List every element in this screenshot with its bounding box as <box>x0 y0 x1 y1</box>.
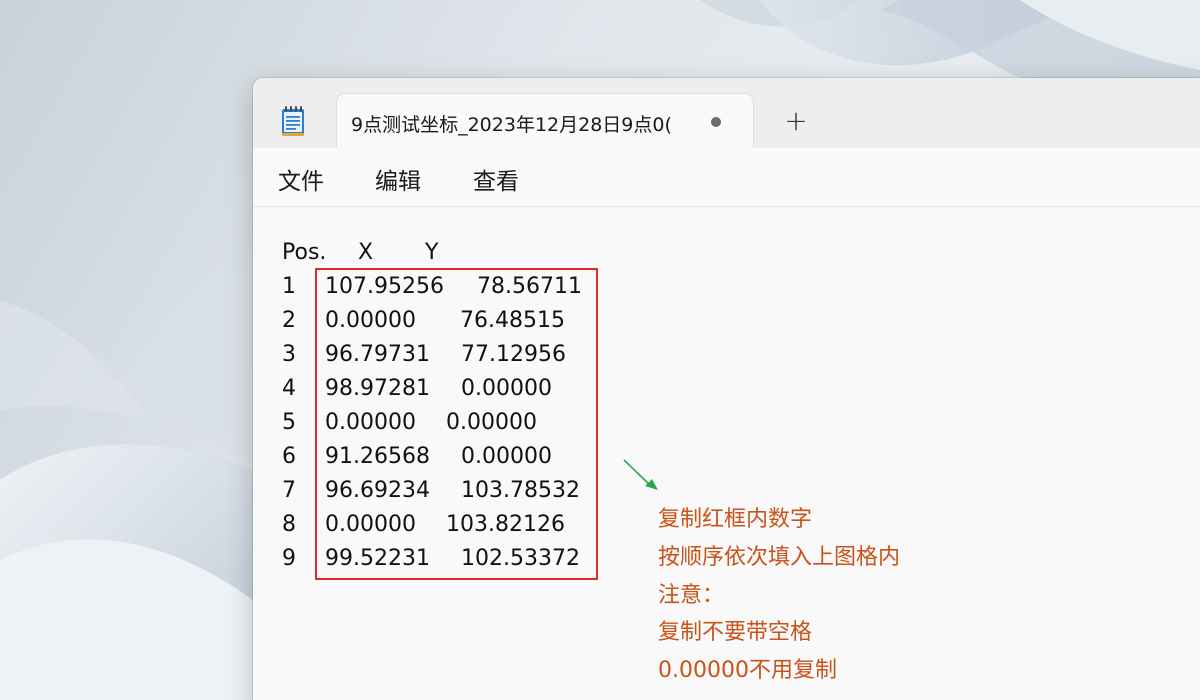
unsaved-dot-icon <box>711 117 721 127</box>
menu-file[interactable]: 文件 <box>278 162 324 196</box>
notepad-window: 9点测试坐标_2023年12月28日9点0( + 文件 编辑 查看 Pos. X… <box>253 78 1200 700</box>
note-line: 复制不要带空格 <box>658 620 813 645</box>
title-bar: 9点测试坐标_2023年12月28日9点0( + <box>253 78 1200 148</box>
text-editor[interactable]: Pos. X Y 1 107.95256 78.56711 2 0.00000 … <box>253 207 1200 700</box>
note-line: 注意： <box>658 583 725 608</box>
menu-bar: 文件 编辑 查看 <box>253 148 1200 207</box>
menu-view[interactable]: 查看 <box>473 162 519 196</box>
note-line: 0.00000不用复制 <box>658 658 837 683</box>
notepad-icon <box>282 106 304 136</box>
desktop-wallpaper: 9点测试坐标_2023年12月28日9点0( + 文件 编辑 查看 Pos. X… <box>0 0 1200 700</box>
menu-edit[interactable]: 编辑 <box>375 162 421 196</box>
note-line: 按顺序依次填入上图格内 <box>658 545 901 570</box>
new-tab-button[interactable]: + <box>781 106 811 136</box>
document-tab[interactable]: 9点测试坐标_2023年12月28日9点0( <box>337 94 753 148</box>
note-line: 复制红框内数字 <box>658 507 813 532</box>
tab-title: 9点测试坐标_2023年12月28日9点0( <box>351 114 672 136</box>
